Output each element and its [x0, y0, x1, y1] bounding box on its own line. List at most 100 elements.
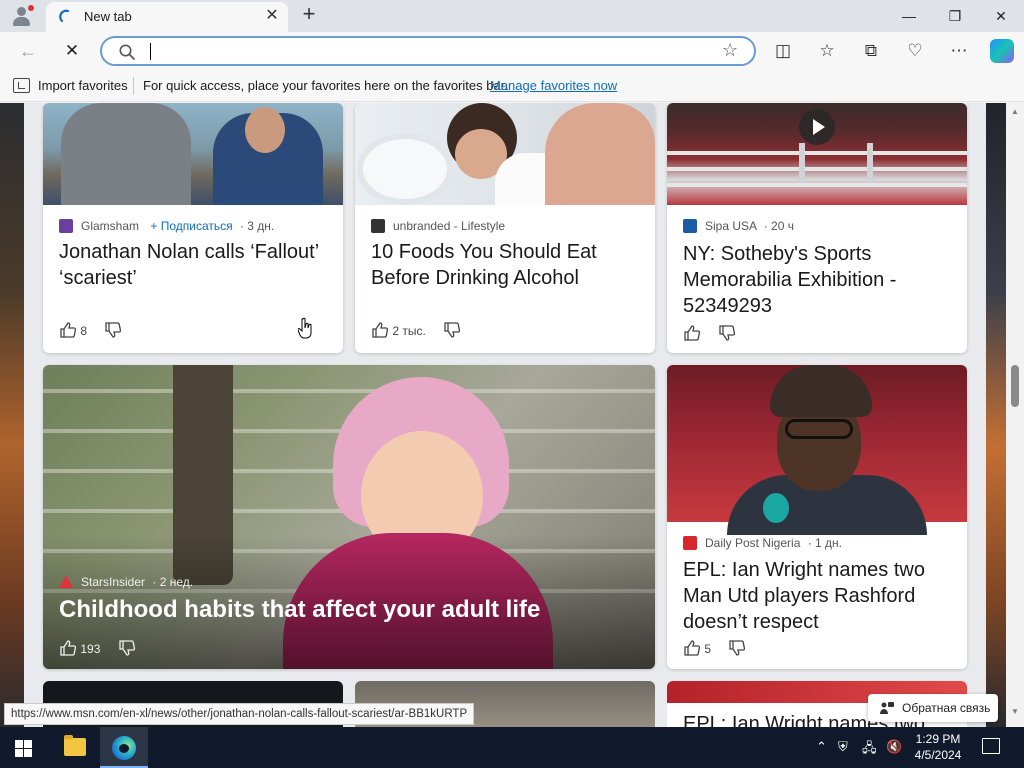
- article-image: [667, 365, 967, 535]
- article-image: [667, 103, 967, 205]
- reactions: 2 тыс.: [371, 321, 461, 339]
- minimize-button[interactable]: —: [894, 4, 924, 28]
- address-input[interactable]: [154, 41, 714, 61]
- thumbs-up-icon[interactable]: [683, 324, 701, 342]
- source-logo-icon: [683, 219, 697, 233]
- like-count: 2 тыс.: [392, 324, 426, 338]
- like-count: 5: [704, 642, 712, 656]
- article-title[interactable]: EPL: Ian Wright names two Man Utd player…: [683, 557, 953, 635]
- like-count: 8: [80, 324, 88, 338]
- favorite-star-icon[interactable]: ☆: [722, 40, 738, 61]
- hero-news-card[interactable]: StarsInsider · 2 нед. Childhood habits t…: [43, 365, 655, 669]
- windows-start-icon[interactable]: [15, 740, 32, 757]
- thumbs-up-icon[interactable]: [683, 639, 701, 657]
- news-card-fallout[interactable]: Glamsham + Подписаться · 3 дн. Jonathan …: [43, 103, 343, 353]
- stop-loading-button[interactable]: ✕: [58, 37, 86, 65]
- article-image: [43, 103, 343, 205]
- import-favorites-icon[interactable]: [13, 78, 30, 93]
- volume-muted-icon[interactable]: 🔇: [886, 739, 902, 755]
- scroll-up-arrow-icon[interactable]: ▲: [1010, 107, 1020, 117]
- title-bar: New tab ✕ + — ❐ ✕: [0, 0, 1024, 32]
- address-bar[interactable]: ☆: [100, 36, 756, 66]
- back-button[interactable]: ←: [14, 37, 42, 65]
- article-title[interactable]: NY: Sotheby's Sports Memorabilia Exhibit…: [683, 241, 953, 319]
- source-logo-icon: [683, 536, 697, 550]
- source-logo-icon: [371, 219, 385, 233]
- taskbar: ⌃ ⛨ 🖧 🔇 1:29 PM 4/5/2024: [0, 727, 1024, 768]
- feedback-button[interactable]: Обратная связь: [868, 694, 998, 722]
- manage-favorites-link[interactable]: Manage favorites now: [490, 78, 617, 93]
- news-card-sothebys[interactable]: Sipa USA · 20 ч NY: Sotheby's Sports Mem…: [667, 103, 967, 353]
- show-hidden-icons[interactable]: ⌃: [816, 739, 827, 755]
- thumbs-up-icon[interactable]: [371, 321, 389, 339]
- profile-icon[interactable]: [10, 5, 34, 27]
- more-options-icon[interactable]: ⋯: [946, 38, 972, 64]
- article-source: Sipa USA · 20 ч: [683, 219, 794, 233]
- thumbs-up-icon[interactable]: [59, 321, 77, 339]
- status-bar-url: https://www.msn.com/en-xl/news/other/jon…: [4, 703, 475, 725]
- like-count: 193: [80, 642, 101, 656]
- clock-date: 4/5/2024: [914, 748, 962, 762]
- favorites-icon[interactable]: ☆: [814, 38, 840, 64]
- article-source: Daily Post Nigeria · 1 дн.: [683, 536, 842, 550]
- article-title[interactable]: Jonathan Nolan calls ‘Fallout’ ‘scariest…: [59, 239, 329, 291]
- hand-cursor-icon: [298, 317, 312, 339]
- thumbs-down-icon[interactable]: [104, 321, 122, 339]
- copilot-icon[interactable]: [990, 39, 1014, 63]
- file-explorer-button[interactable]: [50, 727, 98, 768]
- news-feed: Glamsham + Подписаться · 3 дн. Jonathan …: [0, 103, 1024, 727]
- folder-icon: [64, 735, 86, 756]
- subscribe-button[interactable]: + Подписаться: [150, 219, 232, 233]
- scrollbar-thumb[interactable]: [1011, 365, 1019, 407]
- source-logo-icon: [59, 575, 73, 588]
- split-screen-icon[interactable]: ◫: [770, 38, 796, 64]
- play-video-icon[interactable]: [799, 109, 835, 145]
- restore-button[interactable]: ❐: [940, 4, 970, 28]
- close-tab-icon[interactable]: ✕: [262, 6, 282, 26]
- text-caret: [150, 43, 151, 60]
- edge-taskbar-button[interactable]: [100, 727, 148, 768]
- edge-icon: [112, 736, 136, 760]
- toolbar: ← ✕ ☆ ◫ ☆ ⧉ ♡ ⋯: [0, 32, 1024, 70]
- news-card-ian-wright[interactable]: Daily Post Nigeria · 1 дн. EPL: Ian Wrig…: [667, 365, 967, 669]
- favorites-hint: For quick access, place your favorites h…: [143, 78, 508, 93]
- notification-dot: [28, 5, 34, 11]
- search-icon: [119, 44, 135, 60]
- article-image: [355, 103, 655, 205]
- page-scrollbar[interactable]: ▲ ▼: [1006, 103, 1024, 727]
- source-logo-icon: [59, 219, 73, 233]
- system-clock[interactable]: 1:29 PM 4/5/2024: [908, 731, 968, 763]
- background-wallpaper-right: [986, 103, 1006, 727]
- browser-essentials-icon[interactable]: ♡: [902, 38, 928, 64]
- thumbs-down-icon[interactable]: [728, 639, 746, 657]
- collections-icon[interactable]: ⧉: [858, 38, 884, 64]
- article-source: Glamsham + Подписаться · 3 дн.: [59, 219, 274, 233]
- thumbs-up-icon[interactable]: [59, 639, 77, 657]
- reactions: 8: [59, 321, 122, 339]
- article-source: unbranded - Lifestyle: [371, 219, 505, 233]
- feedback-icon: [880, 702, 894, 714]
- close-window-button[interactable]: ✕: [986, 4, 1016, 28]
- notifications-icon[interactable]: [982, 738, 1000, 754]
- article-title[interactable]: 10 Foods You Should Eat Before Drinking …: [371, 239, 641, 291]
- tab-title: New tab: [84, 9, 132, 24]
- import-favorites-button[interactable]: Import favorites: [38, 78, 128, 93]
- news-card-foods[interactable]: unbranded - Lifestyle 10 Foods You Shoul…: [355, 103, 655, 353]
- background-wallpaper-left: [0, 103, 24, 727]
- tab-new-tab[interactable]: New tab ✕: [46, 2, 288, 32]
- favorites-bar: Import favorites For quick access, place…: [0, 70, 1024, 102]
- reactions: 5: [683, 639, 746, 657]
- security-icon[interactable]: ⛨: [838, 739, 848, 755]
- scroll-down-arrow-icon[interactable]: ▼: [1010, 707, 1020, 717]
- thumbs-down-icon[interactable]: [443, 321, 461, 339]
- thumbs-down-icon[interactable]: [118, 639, 136, 657]
- new-tab-button[interactable]: +: [297, 3, 321, 27]
- article-source: StarsInsider · 2 нед.: [59, 575, 193, 589]
- reactions: [683, 324, 736, 342]
- favorites-divider: [133, 77, 134, 95]
- network-icon[interactable]: 🖧: [862, 739, 877, 761]
- loading-spinner-icon: [59, 9, 70, 23]
- reactions: 193: [59, 639, 136, 657]
- thumbs-down-icon[interactable]: [718, 324, 736, 342]
- article-title[interactable]: Childhood habits that affect your adult …: [59, 597, 641, 623]
